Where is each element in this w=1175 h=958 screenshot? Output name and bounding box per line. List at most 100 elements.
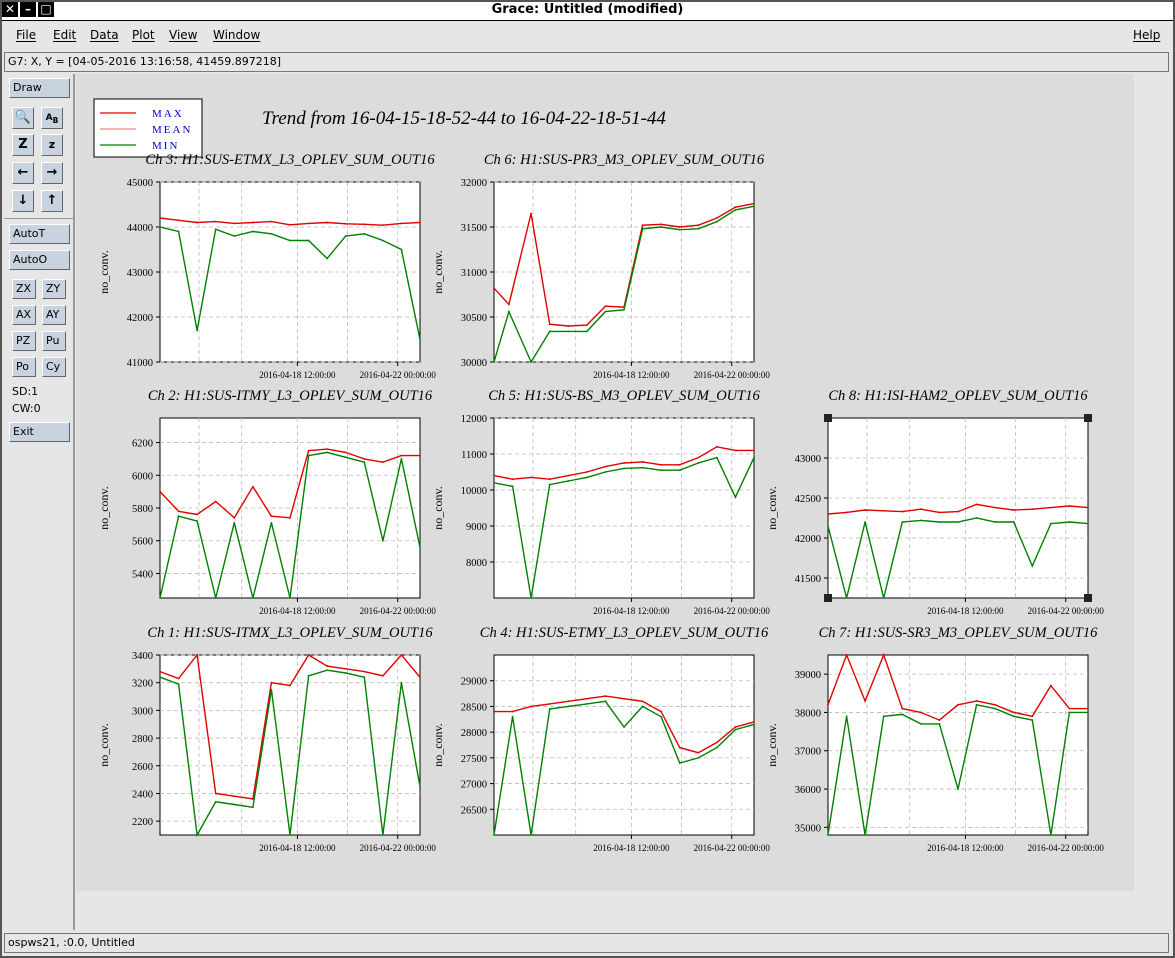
autot-button[interactable]: AutoT: [9, 224, 70, 244]
menu-help[interactable]: Help: [1133, 28, 1160, 42]
chart-plot-area[interactable]: [493, 654, 755, 836]
data-point: [530, 212, 533, 215]
plots-svg[interactable]: MAX MEAN MIN Trend from 16-04-15-18-52-44 …: [76, 74, 1134, 891]
selection-handle[interactable]: [824, 414, 832, 422]
zoom-icon[interactable]: 🔍: [12, 107, 34, 129]
data-point: [363, 461, 366, 464]
data-point: [307, 654, 310, 656]
zx-button[interactable]: ZX: [12, 279, 36, 299]
autoscale-text-icon[interactable]: AB: [41, 107, 63, 129]
pz-button[interactable]: PZ: [12, 331, 36, 351]
pu-button[interactable]: Pu: [42, 331, 66, 351]
menu-data[interactable]: Data: [90, 28, 119, 42]
data-point: [567, 480, 570, 482]
data-point: [177, 510, 180, 513]
draw-button[interactable]: Draw: [9, 78, 70, 98]
chart-plot-area[interactable]: [159, 654, 421, 836]
data-point: [957, 510, 959, 513]
selection-handle[interactable]: [824, 594, 832, 602]
chart-title: Ch 5: H1:SUS-BS_M3_OPLEV_SUM_OUT16: [488, 388, 760, 404]
data-point: [363, 232, 366, 235]
data-point: [660, 226, 663, 228]
y-tick-label: 41500: [795, 574, 821, 585]
data-point: [493, 361, 495, 363]
data-point: [567, 474, 570, 477]
menu-plot[interactable]: Plot: [132, 28, 155, 42]
zoom-in-icon[interactable]: Z: [12, 134, 34, 156]
zy-button[interactable]: ZY: [42, 279, 66, 299]
data-point: [214, 228, 217, 231]
menu-view[interactable]: View: [169, 28, 197, 42]
chart-plot-area[interactable]: [493, 417, 755, 599]
data-point: [326, 665, 329, 667]
menu-window[interactable]: Window: [213, 28, 260, 42]
arrow-up-icon[interactable]: ↑: [41, 190, 63, 212]
menu-edit[interactable]: Edit: [53, 28, 76, 42]
x-tick-label: 2016-04-22 00:00:00: [694, 606, 771, 616]
chart-panel[interactable]: 8000 9000 10000 11000 12000 2016-04-18 12:00:…: [431, 388, 770, 616]
y-axis-label: no_conv.: [431, 723, 445, 767]
chart-panel[interactable]: 41500 42000 42500 43000 2016-04-18 12:00:00 2…: [765, 388, 1104, 616]
zoom-out-icon[interactable]: z: [41, 134, 63, 156]
data-point: [233, 521, 236, 524]
y-tick-label: 5800: [132, 504, 153, 515]
data-point: [289, 516, 291, 519]
data-point: [567, 705, 570, 708]
data-point: [604, 465, 607, 468]
po-button[interactable]: Po: [12, 357, 36, 377]
data-point: [734, 726, 737, 728]
x-tick-label: 2016-04-18 12:00:00: [259, 370, 336, 380]
data-point: [233, 516, 236, 519]
autoo-button[interactable]: AutoO: [9, 250, 70, 270]
data-point: [159, 217, 161, 219]
menu-file[interactable]: File: [16, 28, 36, 42]
data-point: [1031, 715, 1034, 718]
ax-button[interactable]: AX: [12, 305, 36, 325]
chart-panel[interactable]: 26500 27000 27500 28000 28500 29000 2016-04-18…: [431, 625, 770, 853]
chart-plot-area[interactable]: [827, 654, 1089, 836]
ay-button[interactable]: AY: [42, 305, 66, 325]
data-point: [938, 521, 941, 523]
exit-button[interactable]: Exit: [9, 422, 70, 442]
y-axis-label: no_conv.: [765, 486, 779, 530]
chart-panel[interactable]: 2200 2400 2600 2800 3000 3200 3400 2016-04-18 1…: [97, 625, 436, 853]
y-tick-label: 29000: [461, 677, 487, 688]
data-point: [419, 221, 421, 224]
x-tick-label: 2016-04-22 00:00:00: [694, 843, 771, 853]
data-point: [159, 490, 161, 493]
y-tick-label: 2600: [132, 762, 153, 773]
chart-panel[interactable]: 5400 5600 5800 6000 6200 2016-04-18 12:00:00 2…: [97, 388, 436, 616]
data-point: [1012, 509, 1015, 511]
y-tick-label: 36000: [795, 785, 821, 796]
data-point: [493, 710, 495, 713]
data-point: [344, 672, 347, 674]
data-point: [734, 728, 737, 731]
data-point: [344, 456, 347, 459]
data-point: [289, 834, 291, 836]
selection-handle[interactable]: [1084, 414, 1092, 422]
data-point: [604, 305, 607, 308]
data-point: [975, 703, 978, 706]
arrow-right-icon[interactable]: →: [41, 162, 63, 184]
arrow-left-icon[interactable]: ←: [12, 162, 34, 184]
data-point: [177, 677, 180, 680]
data-point: [344, 667, 347, 670]
data-point: [159, 676, 161, 679]
selection-handle[interactable]: [1084, 594, 1092, 602]
chart-panel[interactable]: 30000 30500 31000 31500 32000 2016-04-18 12:0…: [431, 152, 770, 380]
data-point: [1068, 707, 1071, 710]
data-point: [1068, 711, 1071, 714]
data-point: [214, 597, 217, 599]
data-point: [697, 227, 700, 230]
arrow-down-icon[interactable]: ↓: [12, 190, 34, 212]
y-tick-label: 5400: [132, 569, 153, 580]
chart-panel[interactable]: 35000 36000 37000 38000 39000 2016-04-18 12:0…: [765, 625, 1104, 853]
y-tick-label: 41000: [127, 358, 153, 369]
data-point: [901, 521, 904, 523]
chart-panel[interactable]: 41000 42000 43000 44000 45000 2016-04-18 12:0…: [97, 152, 436, 380]
plot-canvas[interactable]: MAX MEAN MIN Trend from 16-04-15-18-52-44 …: [76, 74, 1134, 891]
cy-button[interactable]: Cy: [42, 357, 66, 377]
data-point: [827, 834, 829, 836]
data-point: [1087, 522, 1089, 525]
data-point: [196, 654, 199, 656]
